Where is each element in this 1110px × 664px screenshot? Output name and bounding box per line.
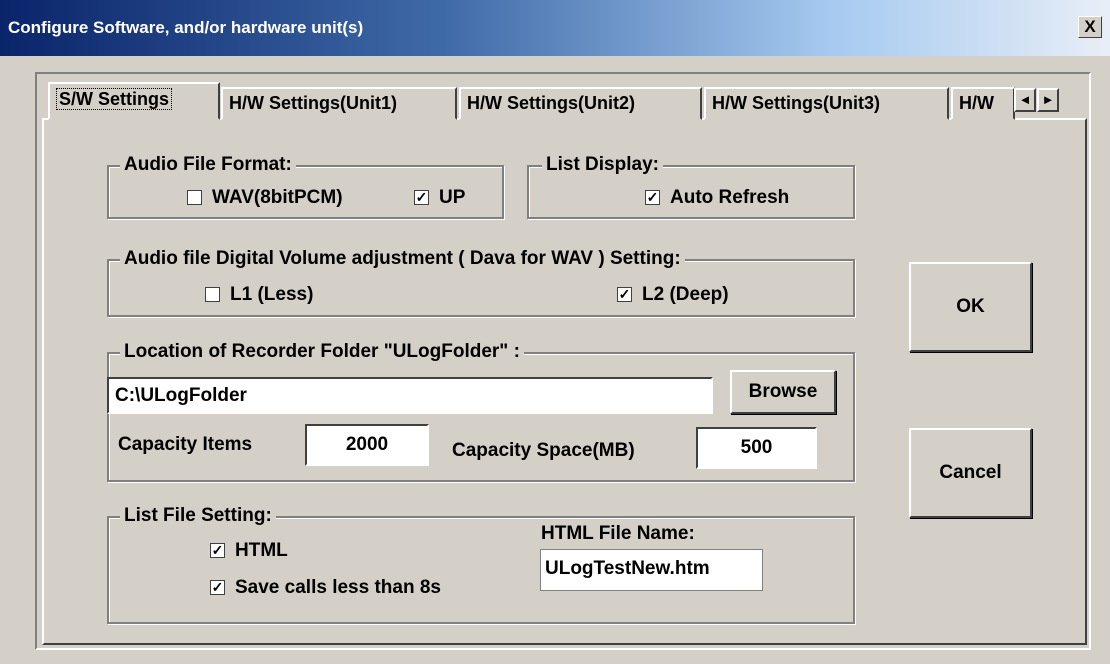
tab-hw-unit3[interactable]: H/W Settings(Unit3)	[704, 87, 949, 120]
location-legend: Location of Recorder Folder "ULogFolder"…	[120, 341, 524, 363]
l2-checkbox[interactable]: ✓	[617, 287, 632, 303]
capacity-items-label: Capacity Items	[118, 434, 253, 455]
tab-hw-unit1[interactable]: H/W Settings(Unit1)	[221, 87, 457, 120]
wav-label: WAV(8bitPCM)	[212, 187, 343, 208]
ok-button[interactable]: OK	[909, 262, 1032, 352]
save-calls-label: Save calls less than 8s	[235, 577, 441, 598]
save-calls-option[interactable]: ✓ Save calls less than 8s	[210, 577, 441, 599]
html-filename-input[interactable]: ULogTestNew.htm	[540, 549, 763, 591]
capacity-space-label: Capacity Space(MB)	[452, 440, 635, 461]
auto-refresh-checkbox[interactable]: ✓	[645, 190, 660, 206]
tab-hw-unit2[interactable]: H/W Settings(Unit2)	[459, 87, 702, 120]
tab-scroll-right-icon[interactable]: ►	[1037, 88, 1059, 112]
save-calls-checkbox[interactable]: ✓	[210, 580, 225, 596]
window-title: Configure Software, and/or hardware unit…	[8, 18, 364, 37]
capacity-items-input[interactable]: 2000	[305, 424, 429, 466]
html-filename-label: HTML File Name:	[541, 523, 695, 544]
tab-sw-settings[interactable]: S/W Settings	[48, 82, 220, 120]
html-checkbox[interactable]: ✓	[210, 543, 225, 559]
tab-scroll-left-icon[interactable]: ◄	[1014, 88, 1036, 112]
list-display-legend: List Display:	[542, 154, 663, 176]
l2-option[interactable]: ✓ L2 (Deep)	[617, 284, 729, 306]
wav-checkbox[interactable]	[187, 190, 202, 206]
l1-label: L1 (Less)	[230, 284, 314, 305]
auto-refresh-option[interactable]: ✓ Auto Refresh	[645, 187, 789, 209]
close-button[interactable]: X	[1078, 16, 1102, 38]
folder-path-input[interactable]: C:\ULogFolder	[107, 377, 713, 414]
cancel-button[interactable]: Cancel	[909, 428, 1032, 518]
list-file-legend: List File Setting:	[120, 505, 276, 527]
up-option[interactable]: ✓ UP	[414, 187, 465, 209]
tab-hw-more[interactable]: H/W	[951, 87, 1015, 120]
capacity-space-input[interactable]: 500	[696, 427, 817, 469]
audio-format-legend: Audio File Format:	[120, 154, 296, 176]
volume-legend: Audio file Digital Volume adjustment ( D…	[120, 248, 685, 270]
l1-option[interactable]: L1 (Less)	[205, 284, 313, 306]
l2-label: L2 (Deep)	[642, 284, 729, 305]
up-label: UP	[439, 187, 466, 208]
html-label: HTML	[235, 540, 288, 561]
tab-label: S/W Settings	[56, 88, 173, 110]
l1-checkbox[interactable]	[205, 287, 220, 303]
auto-refresh-label: Auto Refresh	[670, 187, 790, 208]
browse-button[interactable]: Browse	[730, 370, 836, 414]
wav-option[interactable]: WAV(8bitPCM)	[187, 187, 343, 209]
up-checkbox[interactable]: ✓	[414, 190, 429, 206]
html-option[interactable]: ✓ HTML	[210, 540, 288, 562]
